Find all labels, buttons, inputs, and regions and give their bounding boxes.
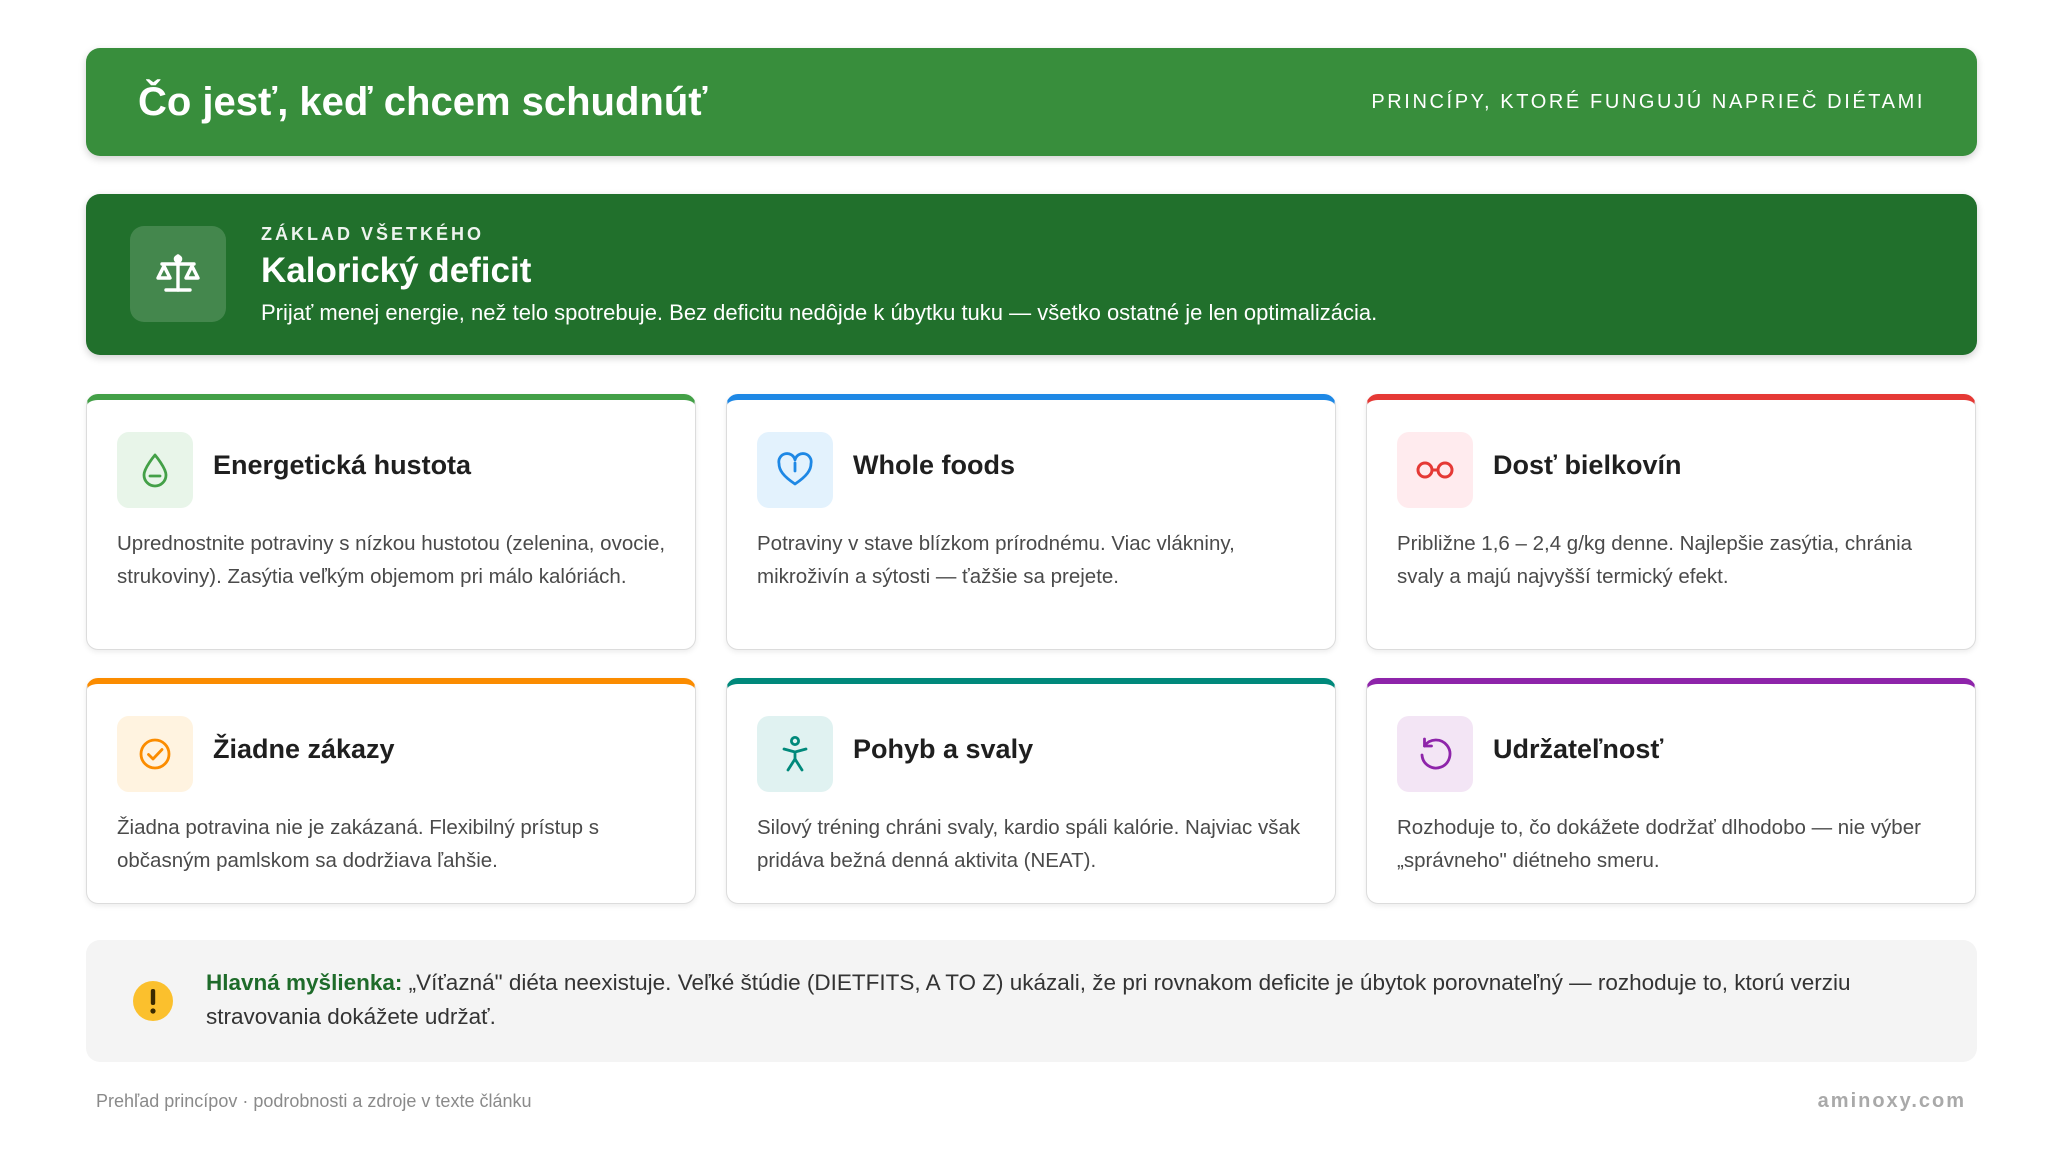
person-icon [757,716,833,792]
card-sustainability: Udržateľnosť Rozhoduje to, čo dokážete d… [1366,678,1976,904]
footer-note: Prehľad princípov · podrobnosti a zdroje… [96,1091,532,1111]
rotate-icon [1397,716,1473,792]
card-movement: Pohyb a svaly Silový tréning chráni sval… [726,678,1336,904]
hero-description: Prijať menej energie, než telo spotrebuj… [261,300,1378,325]
card-description: Žiadna potravina nie je zakázaná. Flexib… [117,816,600,872]
hero-title: Kalorický deficit [261,251,532,290]
card-description: Rozhoduje to, čo dokážete dodržať dlhodo… [1397,816,1921,872]
page-subtitle: PRINCÍPY, KTORÉ FUNGUJÚ NAPRIEČ DIÉTAMI [1371,90,1925,113]
infinity-icon [1397,432,1473,508]
card-title: Udržateľnosť [1493,734,1664,764]
scale-icon [130,226,226,322]
key-takeaway-text: Hlavná myšlienka: „Víťazná" diéta neexis… [206,966,1917,1034]
page-title: Čo jesť, keď chcem schudnúť [138,79,708,124]
card-no-bans: Žiadne zákazy Žiadna potravina nie je za… [86,678,696,904]
key-takeaway: Hlavná myšlienka: „Víťazná" diéta neexis… [86,940,1977,1062]
droplet-icon [117,432,193,508]
card-title: Energetická hustota [213,450,472,480]
footer-brand: aminoxy.com [1817,1090,1966,1112]
card-description: Približne 1,6 – 2,4 g/kg denne. Najlepši… [1397,532,1913,588]
card-title: Pohyb a svaly [853,734,1034,764]
card-description: Uprednostnite potraviny s nízkou hustoto… [117,532,666,588]
hero-card: ZÁKLAD VŠETKÉHO Kalorický deficit Prijať… [86,194,1977,355]
key-takeaway-label: Hlavná myšlienka: [206,970,403,995]
heart-icon [757,432,833,508]
card-title: Whole foods [853,450,1015,480]
card-description: Potraviny v stave blízkom prírodnému. Vi… [757,532,1235,588]
key-takeaway-body: „Víťazná" diéta neexistuje. Veľké štúdie… [206,970,1851,1029]
hero-text: ZÁKLAD VŠETKÉHO Kalorický deficit Prijať… [261,224,1377,326]
card-description: Silový tréning chráni svaly, kardio spál… [757,816,1301,872]
card-whole-foods: Whole foods Potraviny v stave blízkom pr… [726,394,1336,650]
warning-icon [133,981,173,1021]
card-energy-density: Energetická hustota Uprednostnite potrav… [86,394,696,650]
card-title: Žiadne zákazy [213,734,395,764]
page-header: Čo jesť, keď chcem schudnúť PRINCÍPY, KT… [86,48,1977,156]
card-title: Dosť bielkovín [1493,450,1682,480]
card-protein: Dosť bielkovín Približne 1,6 – 2,4 g/kg … [1366,394,1976,650]
check-circle-icon [117,716,193,792]
hero-kicker: ZÁKLAD VŠETKÉHO [261,224,485,244]
